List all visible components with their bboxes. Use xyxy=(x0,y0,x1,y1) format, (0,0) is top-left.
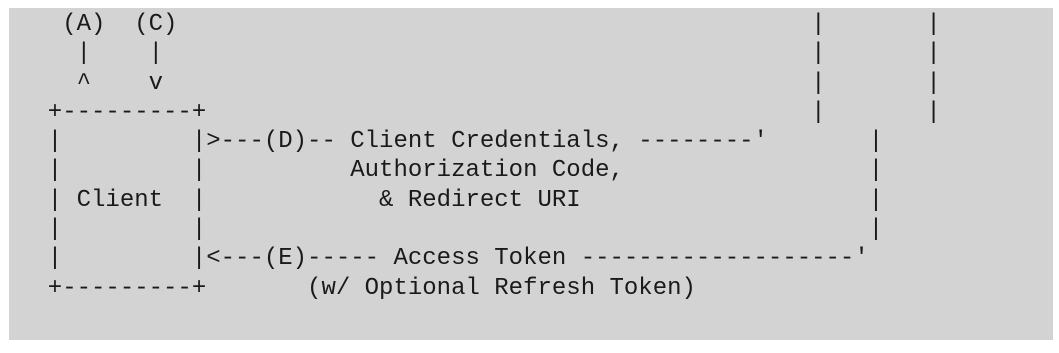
diagram-line: | |>---(D)-- Client Credentials, -------… xyxy=(19,128,884,156)
diagram-line: | | Authorization Code, | xyxy=(19,157,884,185)
diagram-line: | Client | & Redirect URI | xyxy=(19,186,884,214)
diagram-line: +---------+ (w/ Optional Refresh Token) xyxy=(19,274,696,302)
diagram-line: | | | | xyxy=(19,40,941,68)
diagram-line: | | | xyxy=(19,216,884,244)
diagram-line: +---------+ | | xyxy=(19,98,941,126)
ascii-flow-diagram: (A) (C) | | | | | | ^ v | | +---------+ … xyxy=(19,10,941,303)
diagram-line: ^ v | | xyxy=(19,69,941,97)
diagram-line: | |<---(E)----- Access Token -----------… xyxy=(19,245,869,273)
code-block: (A) (C) | | | | | | ^ v | | +---------+ … xyxy=(9,8,1053,340)
diagram-line: (A) (C) | | xyxy=(19,11,941,38)
